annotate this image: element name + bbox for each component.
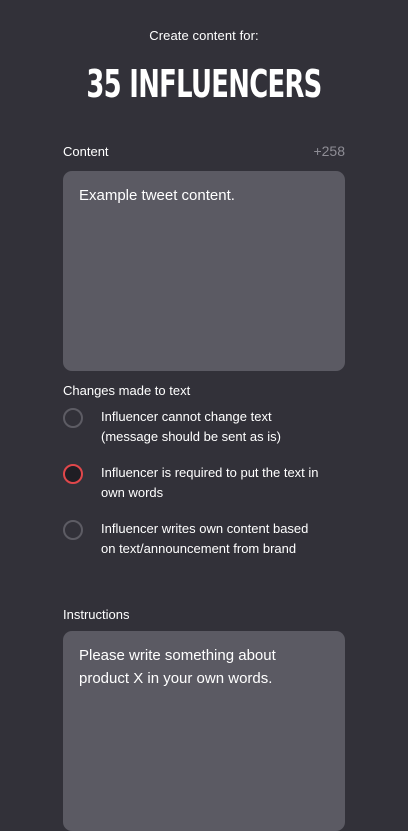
change-option-own-words[interactable]: Influencer is required to put the text i… — [63, 463, 345, 503]
content-textarea[interactable]: Example tweet content. — [63, 171, 345, 371]
character-counter: +258 — [313, 143, 345, 159]
influencer-count-text: 35 INFLUENCERS — [86, 62, 322, 106]
content-label: Content — [63, 144, 109, 159]
influencer-count-title: 35 INFLUENCERS — [0, 55, 408, 113]
radio-button-selected[interactable] — [63, 464, 83, 484]
instructions-label: Instructions — [63, 607, 130, 622]
radio-option-label: Influencer writes own content based on t… — [101, 521, 309, 556]
change-option-own-content[interactable]: Influencer writes own content based on t… — [63, 519, 345, 559]
instructions-textarea[interactable]: Please write something about product X i… — [63, 631, 345, 831]
changes-label: Changes made to text — [63, 383, 191, 398]
page-subtitle: Create content for: — [149, 28, 259, 43]
change-option-cannot-change[interactable]: Influencer cannot change text (message s… — [63, 407, 345, 447]
radio-option-label: Influencer cannot change text (message s… — [101, 409, 281, 444]
radio-button[interactable] — [63, 408, 83, 428]
radio-button[interactable] — [63, 520, 83, 540]
radio-option-label: Influencer is required to put the text i… — [101, 465, 319, 500]
